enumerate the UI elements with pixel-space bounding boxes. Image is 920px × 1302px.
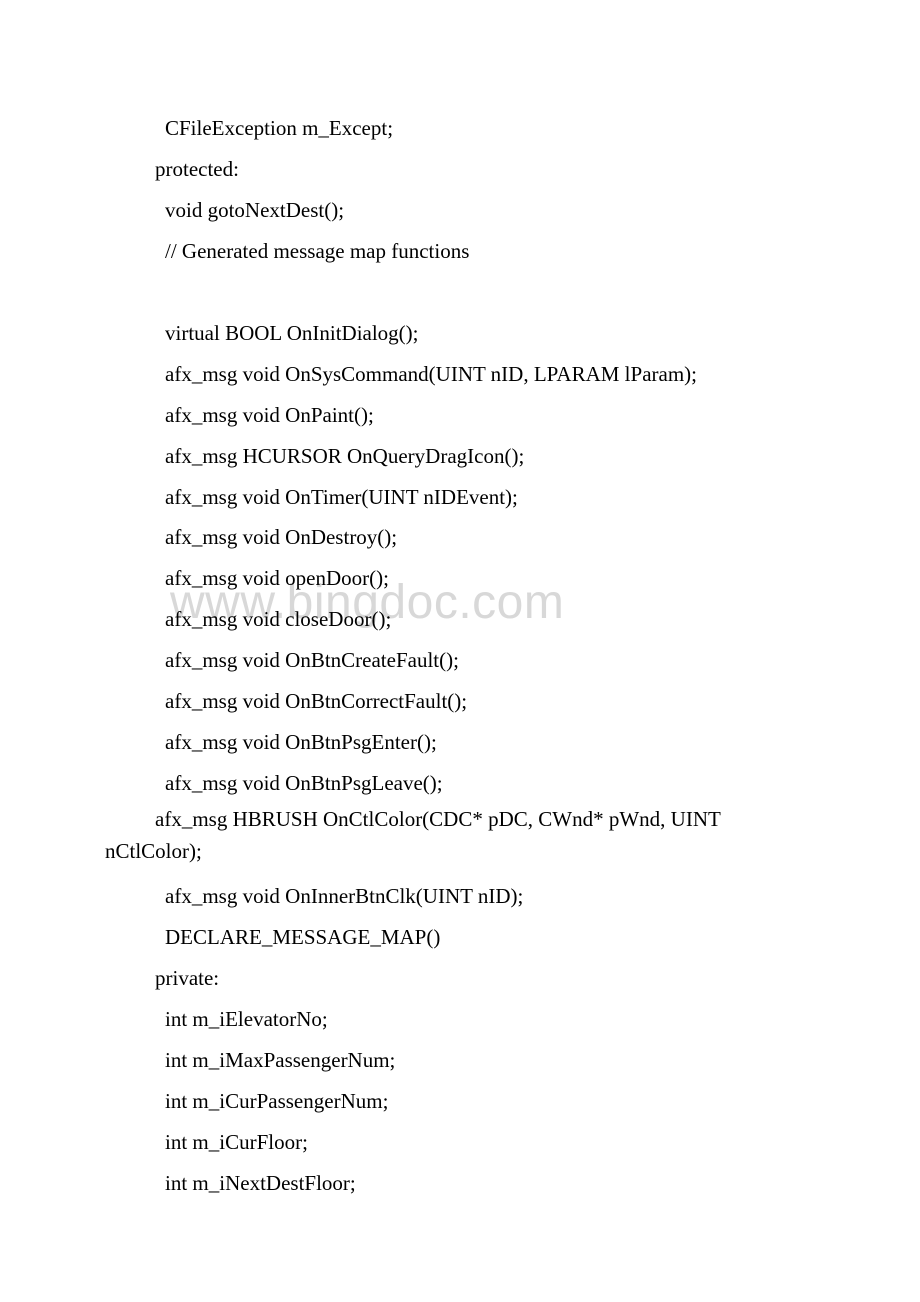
code-line: afx_msg void OnBtnPsgEnter(); (105, 722, 815, 763)
code-line: afx_msg void OnTimer(UINT nIDEvent); (105, 477, 815, 518)
code-line: // Generated message map functions (105, 231, 815, 272)
code-lines-top: CFileException m_Except;protected:void g… (105, 108, 815, 804)
code-line: int m_iNextDestFloor; (105, 1163, 815, 1204)
code-line: private: (105, 958, 815, 999)
code-line: afx_msg void OnBtnCreateFault(); (105, 640, 815, 681)
code-line: afx_msg void OnBtnPsgLeave(); (105, 763, 815, 804)
code-line: afx_msg HCURSOR OnQueryDragIcon(); (105, 436, 815, 477)
code-line: afx_msg void closeDoor(); (105, 599, 815, 640)
code-line: afx_msg void OnBtnCorrectFault(); (105, 681, 815, 722)
blank-line (105, 272, 815, 313)
code-line-wrapped-1: afx_msg HBRUSH OnCtlColor(CDC* pDC, CWnd… (105, 804, 815, 836)
code-line: int m_iCurPassengerNum; (105, 1081, 815, 1122)
code-line: afx_msg void openDoor(); (105, 558, 815, 599)
code-line: int m_iMaxPassengerNum; (105, 1040, 815, 1081)
code-line: DECLARE_MESSAGE_MAP() (105, 917, 815, 958)
document-body: CFileException m_Except;protected:void g… (105, 108, 815, 1204)
code-line: CFileException m_Except; (105, 108, 815, 149)
code-line: int m_iElevatorNo; (105, 999, 815, 1040)
code-line: afx_msg void OnDestroy(); (105, 517, 815, 558)
code-lines-bottom: afx_msg void OnInnerBtnClk(UINT nID);DEC… (105, 876, 815, 1204)
code-line: int m_iCurFloor; (105, 1122, 815, 1163)
code-line: afx_msg void OnPaint(); (105, 395, 815, 436)
code-line: afx_msg void OnSysCommand(UINT nID, LPAR… (105, 354, 815, 395)
code-line: void gotoNextDest(); (105, 190, 815, 231)
code-line: protected: (105, 149, 815, 190)
code-line-wrapped-2: nCtlColor); (105, 836, 815, 868)
code-line: virtual BOOL OnInitDialog(); (105, 313, 815, 354)
code-line: afx_msg void OnInnerBtnClk(UINT nID); (105, 876, 815, 917)
